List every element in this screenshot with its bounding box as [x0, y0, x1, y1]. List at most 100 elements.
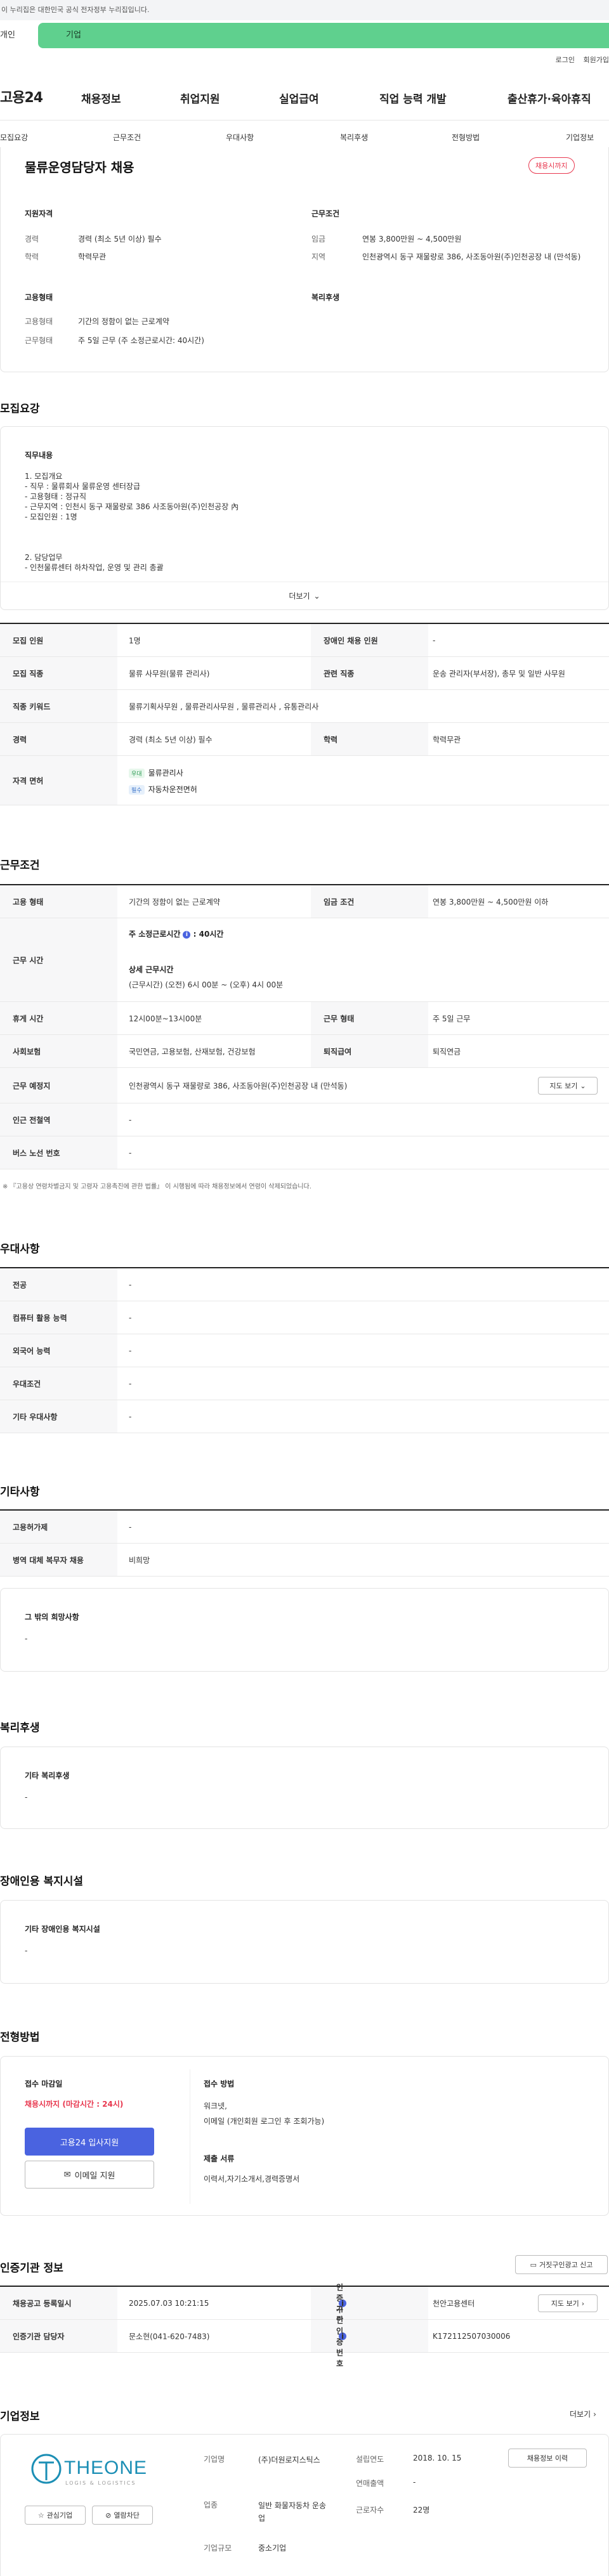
row-value: 비희망 [129, 1556, 150, 1564]
section-title-recruit: 모집요강 [0, 403, 40, 415]
map-view-button[interactable]: 지도 보기 ⌄ [538, 1077, 598, 1095]
company-sales: - [413, 2478, 416, 2487]
login-link[interactable]: 로그인 [556, 56, 575, 64]
license-item: 필수 자동차운전면허 [129, 784, 197, 795]
welfare-card-value: - [25, 1793, 28, 1802]
row-label: 근무 형태 [324, 1014, 355, 1023]
row-value: 경력 (최소 5년 이상) 필수 [129, 735, 213, 744]
row-label: 관련 직종 [324, 669, 355, 678]
emp-label: 고용형태 [25, 317, 53, 326]
table-row: 채용공고 등록일시 2025.07.03 10:21:15 인증기관i 천안고용… [0, 2283, 609, 2324]
more-label: 더보기 [570, 2410, 591, 2419]
table-row: 근무 시간 주 소정근로시간 i : 40시간 상세 근무시간 (근무시간) (오… [0, 918, 609, 1002]
company-name: (주)더원로지스틱스 [258, 2456, 320, 2464]
block-company-button[interactable]: ⊘ 열람차단 [92, 2506, 153, 2525]
apply-card: 접수 마감일 채용시까지 (마감시간 : 24시) 고용24 입사지원 ✉ 이메일… [0, 2056, 609, 2216]
info-icon[interactable]: i [339, 2332, 346, 2340]
global-nav: 고용24 채용정보 취업지원 실업급여 직업 능력 개발 출산휴가·육아휴직 [0, 76, 609, 120]
tag-required: 필수 [129, 785, 145, 795]
row-label: 전공 [13, 1280, 27, 1289]
section-title-etc: 기타사항 [0, 1486, 40, 1499]
join-link[interactable]: 회원가입 [584, 56, 609, 64]
method-title: 접수 방법 [204, 2079, 235, 2088]
method-value: 워크넷, 이메일 (개인회원 로그인 후 조회가능) [204, 2102, 325, 2126]
row-value: - [129, 1412, 132, 1421]
tab-person[interactable]: 개인 [0, 23, 38, 48]
mail-icon: ✉ [63, 2169, 71, 2180]
favorite-company-button[interactable]: ☆ 관심기업 [25, 2506, 86, 2525]
user-type-tabs: 개인 기업 [0, 23, 609, 48]
row-value: 국민연금, 고용보험, 산재보험, 건강보험 [129, 1047, 256, 1056]
more-button[interactable]: 더보기 ⌄ [1, 582, 608, 609]
snb-pref[interactable]: 우대사항 [226, 132, 254, 143]
row-value: 물류 사무원(물류 관리사) [129, 669, 210, 678]
row-label: 고용허가제 [13, 1523, 48, 1532]
cond-label: 임금 [311, 235, 326, 244]
row-value: 문소현(041-620-7483) [129, 2332, 210, 2341]
block-icon: ⊘ [105, 2511, 112, 2520]
section-title-pref: 우대사항 [0, 1243, 40, 1256]
tab-corp[interactable]: 기업 [38, 23, 609, 48]
row-value: 퇴직연금 [433, 1047, 461, 1056]
emp-value: 기간의 정함이 없는 근로계약 [78, 317, 169, 326]
gnb-item-leave[interactable]: 출산휴가·육아휴직 [508, 90, 591, 106]
snb-recruit[interactable]: 모집요강 [0, 132, 28, 143]
snb-work[interactable]: 근무조건 [113, 132, 141, 143]
license-item: 우대 물류관리사 [129, 767, 183, 778]
row-label: 직종 키워드 [13, 702, 51, 711]
emp-value: 주 5일 근무 (주 소정근로시간: 40시간) [78, 336, 204, 345]
logo-text: THEONE [64, 2457, 148, 2478]
row-label: 기타 우대사항 [13, 1412, 58, 1421]
row-label: 고용 형태 [13, 897, 44, 906]
welfare-title: 복리후생 [311, 293, 340, 302]
row-value: 12시00분~13시00분 [129, 1014, 202, 1023]
fav-btn-label: 관심기업 [46, 2511, 73, 2520]
row-label: 근무 예정지 [13, 1081, 51, 1090]
company-found: 2018. 10. 15 [413, 2454, 462, 2462]
row-label: 병역 대체 복무자 채용 [13, 1556, 84, 1564]
row-value: - [129, 1115, 132, 1124]
company-label: 업종 [204, 2501, 218, 2509]
row-label: 임금 조건 [324, 897, 355, 906]
row-label: 외국어 능력 [13, 1346, 51, 1355]
row-label: 자격 면허 [13, 776, 44, 785]
row-label: 버스 노선 번호 [13, 1148, 60, 1157]
row-value: 물류기획사무원 , 물류관리사무원 , 물류관리사 , 유통관리사 [129, 702, 319, 711]
table-row: 인근 전철역 - [0, 1103, 609, 1136]
qual-value: 경력 (최소 5년 이상) 필수 [78, 235, 162, 244]
email-apply-button[interactable]: ✉ 이메일 지원 [25, 2161, 154, 2189]
table-row: 기타 우대사항 - [0, 1400, 609, 1433]
row-value: 기간의 정함이 없는 근로계약 [129, 897, 220, 906]
row-label: 인증기관 담당자 [13, 2332, 65, 2341]
qual-value: 학력무관 [78, 252, 107, 261]
table-row: 컴퓨터 활용 능력 - [0, 1301, 609, 1334]
gnb-item-jobs[interactable]: 채용정보 [81, 90, 121, 106]
disab-card-value: - [25, 1946, 28, 1955]
license-name: 자동차운전면허 [148, 785, 197, 794]
false-ad-report-button[interactable]: ▭ 거짓구인광고 신고 [515, 2255, 608, 2274]
row-value: 주 5일 근무 [433, 1014, 471, 1023]
snb-company[interactable]: 기업정보 [566, 132, 594, 143]
chevron-down-icon: ⌄ [313, 591, 320, 601]
email-btn-label: 이메일 지원 [74, 2171, 115, 2181]
table-row: 경력 경력 (최소 5년 이상) 필수 학력 학력무관 [0, 723, 609, 756]
info-icon[interactable]: i [183, 930, 191, 939]
more-label: 더보기 [289, 592, 310, 601]
agency-map-button[interactable]: 지도 보기 › [538, 2294, 598, 2312]
row-value: - [129, 1346, 132, 1355]
site-logo[interactable]: 고용24 [0, 86, 43, 107]
logo-subtext: LOGIS & LOGISTICS [65, 2480, 136, 2486]
snb-welfare[interactable]: 복리후생 [340, 132, 368, 143]
row-value: 학력무관 [433, 735, 461, 744]
company-more-link[interactable]: 더보기 › [570, 2409, 596, 2419]
gnb-item-training[interactable]: 직업 능력 개발 [379, 90, 447, 106]
gnb-item-benefit[interactable]: 실업급여 [279, 90, 319, 106]
map-btn-label: 지도 보기 [551, 2300, 579, 2308]
qual-label: 경력 [25, 235, 39, 244]
job-history-button[interactable]: 채용정보 이력 [508, 2449, 587, 2468]
apply-button[interactable]: 고용24 입사지원 [25, 2128, 154, 2156]
gnb-item-employment[interactable]: 취업지원 [180, 90, 220, 106]
snb-apply[interactable]: 전형방법 [452, 132, 480, 143]
cond-title: 근무조건 [311, 209, 340, 218]
table-row: 직종 키워드 물류기획사무원 , 물류관리사무원 , 물류관리사 , 유통관리사 [0, 690, 609, 723]
